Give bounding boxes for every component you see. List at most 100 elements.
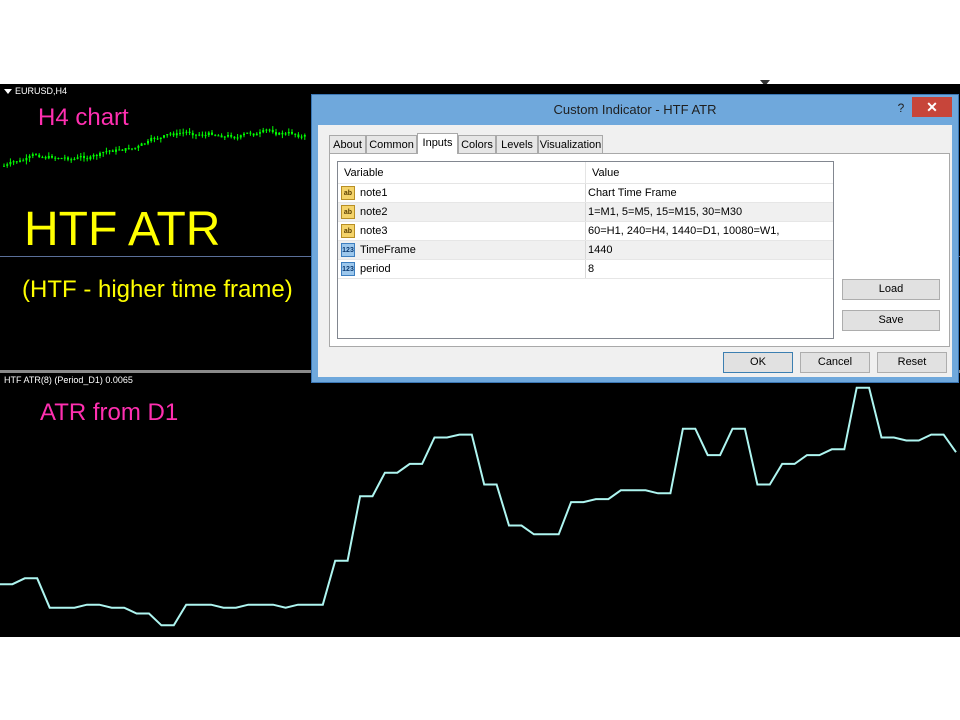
candle-body: [6, 164, 9, 166]
candle-body: [44, 157, 47, 159]
tab-levels[interactable]: Levels: [496, 135, 538, 153]
custom-indicator-dialog: Custom Indicator - HTF ATR ? ✕ About Com…: [311, 94, 959, 383]
candle-body: [163, 135, 165, 138]
candle-body: [278, 132, 281, 135]
candle-body: [115, 149, 117, 152]
candle-body: [179, 132, 181, 134]
candle-body: [95, 155, 98, 156]
candle-body: [275, 132, 277, 135]
candle-body: [252, 133, 255, 136]
tab-visualization[interactable]: Visualization: [538, 135, 603, 153]
input-row-note3[interactable]: ab note3 60=H1, 240=H4, 1440=D1, 10080=W1…: [338, 222, 833, 255]
candle-body: [246, 132, 249, 134]
candle-body: [211, 132, 213, 135]
candle-body: [22, 160, 25, 162]
candle-body: [294, 133, 297, 135]
atr-from-d1-label: ATR from D1: [40, 399, 179, 426]
value-cell[interactable]: Chart Time Frame: [588, 184, 677, 202]
candle-body: [83, 156, 85, 159]
candle-body: [220, 135, 223, 138]
candle-body: [86, 158, 89, 160]
input-row-timeframe[interactable]: 123 TimeFrame 1440: [338, 241, 833, 260]
reset-button[interactable]: Reset: [877, 352, 947, 373]
string-type-icon: ab: [341, 205, 355, 219]
tab-colors[interactable]: Colors: [458, 135, 496, 153]
candle-body: [259, 132, 261, 134]
candle-body: [198, 134, 201, 136]
candle-body: [207, 132, 210, 136]
candle-body: [12, 161, 15, 163]
candle-body: [79, 156, 82, 158]
candle-body: [233, 136, 236, 139]
candle-body: [47, 156, 50, 159]
column-header-variable[interactable]: Variable: [338, 162, 586, 184]
tab-about[interactable]: About: [329, 135, 366, 153]
candle-body: [287, 132, 290, 134]
candle-body: [143, 143, 146, 145]
value-cell[interactable]: 1=M1, 5=M5, 15=M15, 30=M30: [588, 203, 742, 221]
candle-body: [204, 135, 207, 137]
dialog-body: About Common Inputs Colors Levels Visual…: [318, 125, 952, 377]
help-button[interactable]: ?: [892, 99, 910, 117]
candle-body: [166, 134, 169, 136]
candle-body: [188, 131, 191, 133]
candle-body: [159, 137, 162, 139]
chart-symbol-text: EURUSD,H4: [15, 86, 68, 96]
candle-body: [124, 148, 127, 151]
tab-inputs[interactable]: Inputs: [417, 133, 458, 154]
candle-body: [268, 129, 271, 131]
candle-body: [92, 155, 95, 157]
variable-cell: 123 TimeFrame: [338, 241, 586, 259]
candle-body: [265, 129, 268, 131]
dropdown-triangle-icon: [4, 89, 12, 95]
indicator-pane[interactable]: HTF ATR(8) (Period_D1) 0.0065 ATR from D…: [0, 373, 960, 637]
value-cell[interactable]: 60=H1, 240=H4, 1440=D1, 10080=W1, 43200=…: [588, 222, 833, 255]
candle-body: [121, 149, 124, 151]
variable-cell: ab note1: [338, 184, 586, 202]
candle-body: [3, 165, 5, 167]
candle-body: [102, 152, 105, 153]
tab-common[interactable]: Common: [366, 135, 417, 153]
candle-body: [73, 158, 76, 160]
input-row-note1[interactable]: ab note1 Chart Time Frame: [338, 184, 833, 203]
save-button[interactable]: Save: [842, 310, 940, 331]
candle-body: [31, 154, 34, 156]
input-row-period[interactable]: 123 period 8: [338, 260, 833, 279]
candle-body: [15, 161, 18, 163]
candle-body: [147, 140, 149, 144]
candle-body: [28, 155, 31, 158]
string-type-icon: ab: [341, 186, 355, 200]
candle-body: [63, 157, 66, 159]
candle-body: [54, 157, 57, 159]
candle-body: [134, 147, 137, 149]
candle-body: [25, 158, 28, 161]
candle-body: [169, 133, 172, 135]
candle-body: [41, 157, 44, 159]
integer-type-icon: 123: [341, 262, 355, 276]
candle-body: [255, 133, 258, 136]
variable-cell: 123 period: [338, 260, 586, 278]
candle-body: [239, 135, 242, 138]
candle-body: [153, 137, 156, 139]
candle-body: [118, 149, 121, 151]
value-cell[interactable]: 8: [588, 260, 594, 278]
column-header-value[interactable]: Value: [586, 162, 833, 184]
candle-body: [172, 133, 175, 136]
candle-body: [214, 134, 217, 136]
cancel-button[interactable]: Cancel: [800, 352, 870, 373]
string-type-icon: ab: [341, 224, 355, 238]
inputs-grid[interactable]: Variable Value ab note1 Chart Time Frame …: [337, 161, 834, 339]
ok-button[interactable]: OK: [723, 352, 793, 373]
candle-body: [127, 148, 130, 150]
candle-body: [131, 148, 133, 150]
value-cell[interactable]: 1440: [588, 241, 612, 259]
input-row-note2[interactable]: ab note2 1=M1, 5=M5, 15=M15, 30=M30: [338, 203, 833, 222]
candle-body: [182, 132, 185, 134]
candle-body: [243, 133, 245, 136]
candle-body: [300, 136, 303, 138]
candle-body: [284, 133, 287, 135]
candle-body: [201, 134, 204, 136]
load-button[interactable]: Load: [842, 279, 940, 300]
close-button[interactable]: ✕: [912, 97, 952, 117]
h4-chart-label: H4 chart: [38, 104, 129, 131]
